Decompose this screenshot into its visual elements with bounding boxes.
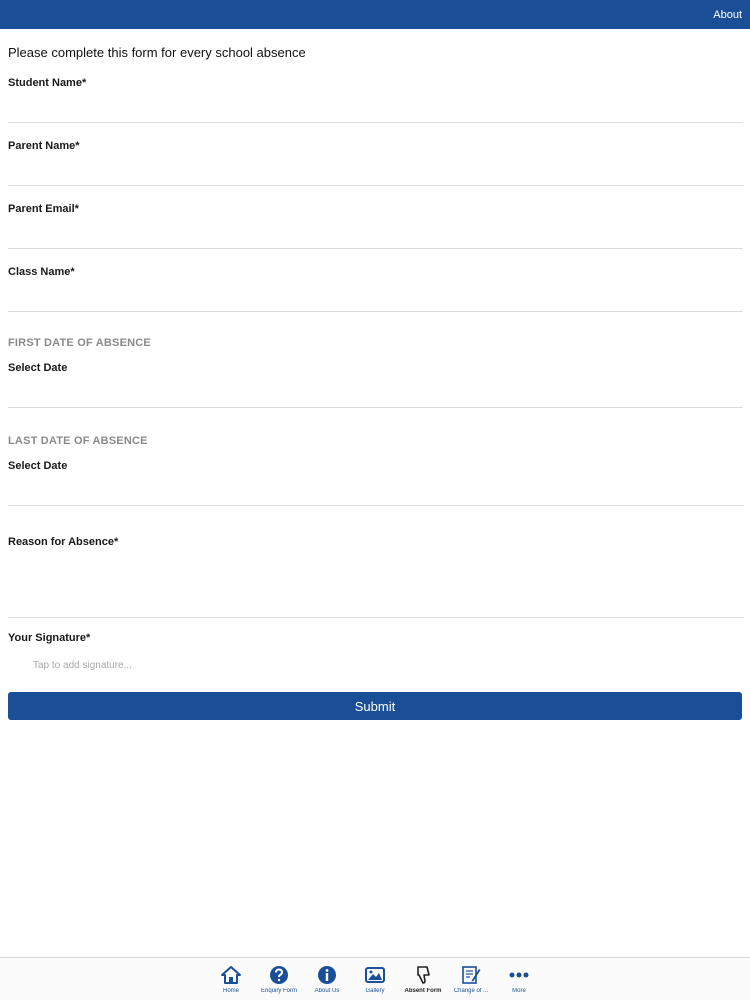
signature-label: Your Signature* xyxy=(8,632,91,644)
tab-enquiry-form-label: Enquiry Form xyxy=(260,988,297,994)
form-intro: Please complete this form for every scho… xyxy=(8,45,306,60)
gallery-icon xyxy=(365,967,385,983)
tab-more[interactable]: More xyxy=(495,965,543,994)
tab-home[interactable]: Home xyxy=(207,965,255,994)
first-date-field[interactable] xyxy=(8,379,743,408)
more-icon xyxy=(509,972,529,978)
info-icon xyxy=(318,966,336,984)
question-icon xyxy=(270,966,288,984)
home-icon xyxy=(221,966,241,984)
thumbs-down-icon xyxy=(417,966,430,984)
reason-label: Reason for Absence* xyxy=(8,536,119,548)
tab-about-us-label: About Us xyxy=(314,988,340,994)
tab-change-of-label: Change of ... xyxy=(453,988,489,994)
last-date-label: Select Date xyxy=(8,460,68,472)
last-date-field[interactable] xyxy=(8,477,743,506)
tab-change-of[interactable]: Change of ... xyxy=(447,965,495,994)
student-name-label: Student Name* xyxy=(8,77,87,89)
tab-gallery[interactable]: Gallery xyxy=(351,965,399,994)
class-name-label: Class Name* xyxy=(8,266,75,278)
tab-absent-form-label: Absent Form xyxy=(404,988,442,994)
parent-name-field[interactable] xyxy=(8,158,743,186)
tab-home-label: Home xyxy=(222,988,239,994)
reason-textarea[interactable] xyxy=(8,553,743,618)
first-date-section-title: FIRST DATE OF ABSENCE xyxy=(8,337,151,349)
first-date-label: Select Date xyxy=(8,362,68,374)
tab-enquiry-form[interactable]: Enquiry Form xyxy=(255,965,303,994)
bottom-tab-bar: Home Enquiry Form About Us Gallery Absen… xyxy=(0,957,750,1000)
tab-gallery-label: Gallery xyxy=(365,988,385,994)
submit-button[interactable]: Submit xyxy=(8,692,742,720)
tab-about-us[interactable]: About Us xyxy=(303,965,351,994)
tab-absent-form[interactable]: Absent Form xyxy=(399,965,447,994)
student-name-field[interactable] xyxy=(8,95,743,123)
last-date-section-title: LAST DATE OF ABSENCE xyxy=(8,435,148,447)
parent-email-label: Parent Email* xyxy=(8,203,79,215)
signature-pad[interactable]: Tap to add signature... xyxy=(33,660,132,671)
parent-name-label: Parent Name* xyxy=(8,140,80,152)
about-link[interactable]: About xyxy=(713,9,742,21)
edit-icon xyxy=(462,966,481,984)
class-name-field[interactable] xyxy=(8,284,743,312)
parent-email-field[interactable] xyxy=(8,221,743,249)
top-navigation-bar: About xyxy=(0,0,750,29)
tab-more-label: More xyxy=(512,988,526,994)
